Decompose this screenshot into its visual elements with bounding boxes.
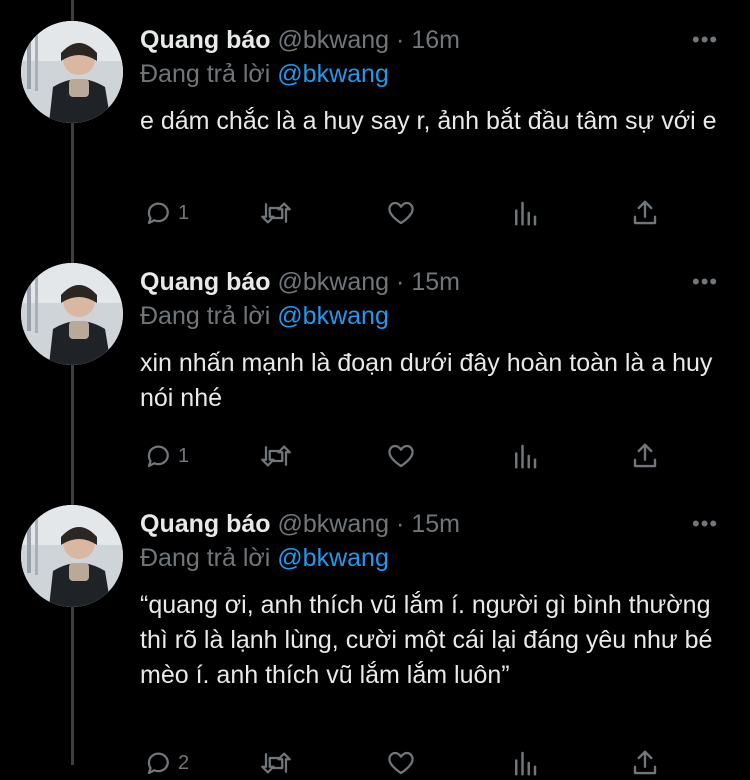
retweet-button[interactable]: [258, 196, 294, 230]
reply-count: 1: [178, 201, 190, 224]
reply-button[interactable]: 2: [144, 746, 189, 780]
tweet[interactable]: Quang báo @bkwang · 15m ••• Đang trả lời…: [0, 484, 750, 776]
analytics-icon: [515, 201, 537, 226]
retweet-button[interactable]: [258, 746, 294, 780]
analytics-button[interactable]: [510, 746, 540, 780]
replying-to: Đang trả lời @bkwang: [140, 300, 389, 332]
separator-dot: ·: [396, 510, 405, 538]
author-handle[interactable]: @bkwang: [278, 268, 390, 296]
action-bar: 1: [140, 196, 700, 230]
tweet[interactable]: Quang báo @bkwang · 15m ••• Đang trả lời…: [0, 242, 750, 484]
tweet-header: Quang báo @bkwang · 16m: [140, 24, 460, 56]
retweet-button[interactable]: [258, 439, 294, 473]
timestamp[interactable]: 15m: [411, 268, 460, 296]
replying-to-label: Đang trả lời: [140, 302, 271, 330]
replying-to: Đang trả lời @bkwang: [140, 542, 389, 574]
tweet-text: “quang ơi, anh thích vũ lắm í. người gì …: [140, 591, 713, 689]
tweet-header: Quang báo @bkwang · 15m: [140, 266, 460, 298]
avatar[interactable]: [21, 263, 123, 365]
action-bar: 2: [140, 746, 700, 780]
share-button[interactable]: [630, 439, 660, 473]
analytics-button[interactable]: [510, 439, 540, 473]
share-button[interactable]: [630, 196, 660, 230]
more-icon[interactable]: •••: [692, 24, 722, 56]
analytics-button[interactable]: [510, 196, 540, 230]
heart-icon: [388, 751, 414, 775]
action-bar: 1: [140, 439, 700, 473]
author-name[interactable]: Quang báo: [140, 26, 271, 54]
timestamp[interactable]: 16m: [411, 26, 460, 54]
tweet[interactable]: Quang báo @bkwang · 16m ••• Đang trả lời…: [0, 0, 750, 242]
reply-button[interactable]: 1: [144, 439, 189, 473]
replying-to: Đang trả lời @bkwang: [140, 58, 389, 90]
retweet-icon: [261, 202, 291, 224]
reply-count: 2: [178, 751, 190, 774]
heart-icon: [388, 201, 414, 225]
heart-icon: [388, 444, 414, 468]
tweet-text: xin nhấn mạnh là đoạn dưới đây hoàn toàn…: [140, 349, 713, 412]
separator-dot: ·: [396, 26, 405, 54]
reply-icon: [147, 752, 169, 775]
replying-to-handle[interactable]: @bkwang: [277, 544, 389, 572]
tweet-header: Quang báo @bkwang · 15m: [140, 508, 460, 540]
share-icon: [633, 443, 657, 468]
replying-to-label: Đang trả lời: [140, 60, 271, 88]
author-name[interactable]: Quang báo: [140, 268, 271, 296]
reply-icon: [147, 202, 169, 225]
tweet-text: e dám chắc là a huy say r, ảnh bắt đầu t…: [140, 107, 717, 135]
separator-dot: ·: [396, 268, 405, 296]
author-handle[interactable]: @bkwang: [278, 510, 390, 538]
share-button[interactable]: [630, 746, 660, 780]
analytics-icon: [515, 444, 537, 469]
author-name[interactable]: Quang báo: [140, 510, 271, 538]
author-handle[interactable]: @bkwang: [278, 26, 390, 54]
analytics-icon: [515, 751, 537, 776]
like-button[interactable]: [386, 196, 416, 230]
retweet-icon: [261, 752, 291, 774]
avatar[interactable]: [21, 505, 123, 607]
replying-to-handle[interactable]: @bkwang: [277, 60, 389, 88]
more-icon[interactable]: •••: [692, 266, 722, 298]
reply-button[interactable]: 1: [144, 196, 189, 230]
timestamp[interactable]: 15m: [411, 510, 460, 538]
reply-icon: [147, 445, 169, 468]
share-icon: [633, 750, 657, 775]
like-button[interactable]: [386, 746, 416, 780]
share-icon: [633, 200, 657, 225]
avatar[interactable]: [21, 21, 123, 123]
like-button[interactable]: [386, 439, 416, 473]
retweet-icon: [261, 445, 291, 467]
replying-to-handle[interactable]: @bkwang: [277, 302, 389, 330]
replying-to-label: Đang trả lời: [140, 544, 271, 572]
reply-count: 1: [178, 444, 190, 467]
more-icon[interactable]: •••: [692, 508, 722, 540]
